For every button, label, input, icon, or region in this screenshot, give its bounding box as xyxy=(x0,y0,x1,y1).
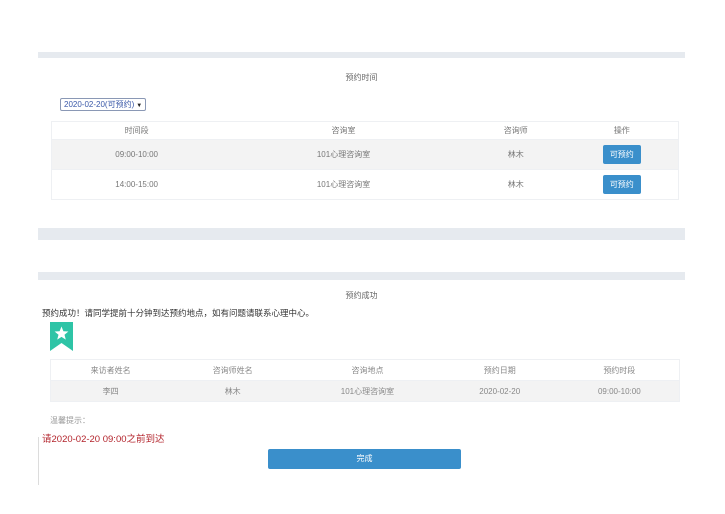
col-room: 咨询室 xyxy=(221,121,466,140)
visitor-name: 李四 xyxy=(50,380,171,402)
col-location: 咨询地点 xyxy=(295,359,440,381)
slot-counselor: 林木 xyxy=(465,139,566,170)
booking-title: 预约时间 xyxy=(345,73,378,82)
booking-panel: 预约时间 2020-02-20(可预约) ▼ 时间段 咨询室 咨询师 操作 09:… xyxy=(38,58,685,220)
book-button[interactable]: 可预约 xyxy=(602,175,641,194)
counselor-name: 林木 xyxy=(170,380,296,402)
success-title: 预约成功 xyxy=(345,291,378,300)
slot-time: 14:00-15:00 xyxy=(51,169,222,200)
slot-table: 时间段 咨询室 咨询师 操作 09:00-10:00 101心理咨询室 林木 可… xyxy=(51,121,679,200)
slot-time: 09:00-10:00 xyxy=(51,139,222,170)
panel-left-border xyxy=(38,437,39,485)
success-panel: 预约成功 预约成功！请同学提前十分钟到达预约地点，如有问题请联系心理中心。 来访… xyxy=(38,280,685,485)
col-time: 时间段 xyxy=(51,121,222,140)
tip-text: 请2020-02-20 09:00之前到达 xyxy=(42,434,165,445)
table-row: 14:00-15:00 101心理咨询室 林木 可预约 xyxy=(51,169,679,200)
date-select-value: 2020-02-20(可预约) xyxy=(64,100,135,109)
success-message: 预约成功！请同学提前十分钟到达预约地点，如有问题请联系心理中心。 xyxy=(42,308,315,318)
table-header-row: 时间段 咨询室 咨询师 操作 xyxy=(51,121,679,140)
success-top-strip xyxy=(38,272,685,280)
location: 101心理咨询室 xyxy=(295,380,440,402)
date-select[interactable]: 2020-02-20(可预约) ▼ xyxy=(60,98,147,111)
table-header-row: 来访者姓名 咨询师姓名 咨询地点 预约日期 预约时段 xyxy=(50,359,680,381)
table-row: 09:00-10:00 101心理咨询室 林木 可预约 xyxy=(51,139,679,170)
slot-room: 101心理咨询室 xyxy=(221,169,466,200)
detail-table: 来访者姓名 咨询师姓名 咨询地点 预约日期 预约时段 李四 林木 101心理咨询… xyxy=(50,359,680,402)
booking-date: 2020-02-20 xyxy=(439,380,560,402)
book-button[interactable]: 可预约 xyxy=(602,145,641,164)
tip-label: 温馨提示： xyxy=(50,416,90,425)
slot-counselor: 林木 xyxy=(465,169,566,200)
chevron-down-icon: ▼ xyxy=(136,103,143,109)
table-row: 李四 林木 101心理咨询室 2020-02-20 09:00-10:00 xyxy=(50,380,680,402)
done-button[interactable]: 完成 xyxy=(268,449,461,469)
slot-action-cell: 可预约 xyxy=(565,169,679,200)
col-visitor: 来访者姓名 xyxy=(50,359,171,381)
slot-action-cell: 可预约 xyxy=(565,139,679,170)
col-counselor: 咨询师 xyxy=(465,121,566,140)
slot-room: 101心理咨询室 xyxy=(221,139,466,170)
star-bookmark-icon xyxy=(50,322,73,351)
col-action: 操作 xyxy=(565,121,679,140)
col-counselor-name: 咨询师姓名 xyxy=(170,359,296,381)
col-date: 预约日期 xyxy=(439,359,560,381)
col-slot: 预约时段 xyxy=(559,359,680,381)
booking-slot: 09:00-10:00 xyxy=(559,380,680,402)
divider-strip xyxy=(38,228,685,240)
